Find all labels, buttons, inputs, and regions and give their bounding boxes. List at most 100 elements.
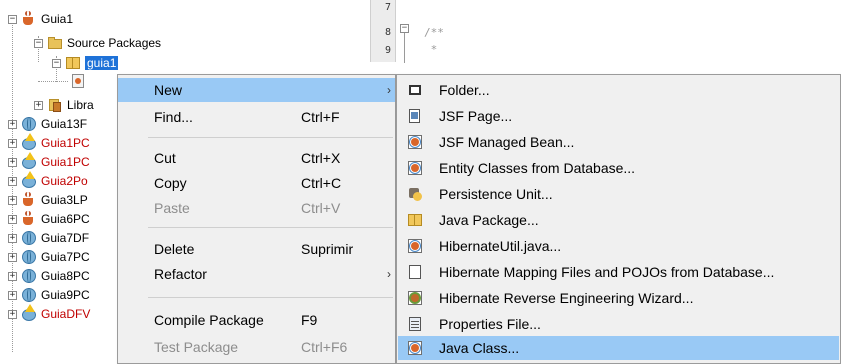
expand-toggle-icon[interactable]: +: [8, 271, 17, 281]
menu-separator: [148, 227, 393, 228]
tree-node-java-file[interactable]: [70, 72, 90, 90]
submenu-item-properties-file[interactable]: Properties File...: [398, 312, 839, 336]
expand-toggle-icon[interactable]: +: [8, 233, 17, 243]
menu-item-label: Entity Classes from Database...: [439, 160, 636, 176]
menu-item-shortcut: Ctrl+V: [301, 200, 341, 216]
submenu-item-jsf-page[interactable]: JSF Page...: [398, 104, 839, 128]
tree-node-label: Guia7DF: [41, 231, 90, 245]
collapse-toggle-icon[interactable]: −: [52, 58, 61, 68]
tree-node-project[interactable]: + Guia9PC: [8, 286, 90, 304]
submenu-item-hibernate-mapping[interactable]: Hibernate Mapping Files and POJOs from D…: [398, 260, 839, 284]
tree-node-project[interactable]: + Guia6PC: [8, 210, 90, 228]
submenu-item-jsf-managed-bean[interactable]: JSF Managed Bean...: [398, 130, 839, 154]
menu-item-paste[interactable]: Paste Ctrl+V: [118, 196, 395, 220]
hibernate-util-icon: [407, 238, 423, 254]
code-line: /**: [424, 26, 444, 39]
menu-item-shortcut: Ctrl+C: [301, 175, 342, 191]
menu-item-label: HibernateUtil.java...: [439, 238, 562, 254]
tree-node-project[interactable]: + Guia2Po: [8, 171, 88, 190]
tree-node-project[interactable]: + Guia8PC: [8, 267, 90, 285]
menu-item-label: Java Class...: [439, 340, 520, 356]
expand-toggle-icon[interactable]: +: [8, 214, 17, 224]
fold-guide-line: [404, 33, 405, 63]
new-submenu[interactable]: Folder... JSF Page... JSF Managed Bean..…: [396, 74, 841, 364]
warning-globe-icon: [21, 304, 37, 322]
tree-node-project[interactable]: + Guia7PC: [8, 248, 90, 266]
menu-item-find[interactable]: Find... Ctrl+F: [118, 105, 395, 129]
menu-item-delete[interactable]: Delete Suprimir: [118, 237, 395, 261]
editor-line-number-gutter: 7 8 9: [370, 0, 396, 62]
context-menu[interactable]: New › Find... Ctrl+F Cut Ctrl+X Copy Ctr…: [117, 74, 396, 364]
menu-item-label: Find...: [154, 109, 193, 125]
properties-file-icon: [407, 316, 423, 332]
code-editor[interactable]: − /** *: [396, 0, 841, 63]
menu-item-refactor[interactable]: Refactor ›: [118, 262, 395, 286]
line-number: 8: [384, 27, 391, 38]
globe-icon: [21, 287, 37, 303]
tree-node-label: Guia1: [41, 12, 74, 26]
tree-node-label: Libra: [67, 98, 94, 112]
tree-node-project[interactable]: + Guia1PC: [8, 133, 90, 152]
globe-icon: [21, 230, 37, 246]
java-class-icon: [407, 340, 423, 356]
submenu-item-java-class[interactable]: Java Class...: [398, 336, 839, 360]
globe-icon: [21, 249, 37, 265]
globe-icon: [21, 268, 37, 284]
tree-node-project[interactable]: + Guia13F: [8, 115, 87, 133]
coffee-cup-icon: [21, 11, 37, 27]
submenu-item-folder[interactable]: Folder...: [398, 78, 839, 102]
managed-bean-icon: [407, 134, 423, 150]
menu-separator: [148, 297, 393, 298]
expand-toggle-icon[interactable]: +: [8, 157, 17, 167]
expand-toggle-icon[interactable]: +: [8, 195, 17, 205]
entity-class-icon: [407, 160, 423, 176]
menu-item-copy[interactable]: Copy Ctrl+C: [118, 171, 395, 195]
expand-toggle-icon[interactable]: +: [8, 252, 17, 262]
tree-node-project[interactable]: + Guia3LP: [8, 191, 88, 209]
submenu-item-java-package[interactable]: Java Package...: [398, 208, 839, 232]
expand-toggle-icon[interactable]: +: [8, 290, 17, 300]
submenu-item-hibernate-util[interactable]: HibernateUtil.java...: [398, 234, 839, 258]
tree-node-project[interactable]: + GuiaDFV: [8, 304, 90, 323]
tree-node-label: Guia2Po: [41, 174, 88, 188]
tree-node-label: Guia6PC: [41, 212, 90, 226]
menu-item-label: Test Package: [154, 339, 239, 355]
expand-toggle-icon[interactable]: +: [34, 100, 43, 110]
globe-icon: [21, 116, 37, 132]
line-number: 7: [384, 2, 391, 13]
collapse-toggle-icon[interactable]: −: [8, 14, 17, 24]
tree-node-label: Guia9PC: [41, 288, 90, 302]
persistence-unit-icon: [407, 186, 423, 202]
tree-node-project[interactable]: + Guia7DF: [8, 229, 89, 247]
tree-node-project-root[interactable]: − Guia1: [8, 10, 73, 28]
menu-item-compile-package[interactable]: Compile Package F9: [118, 308, 395, 332]
tree-node-label: Guia1PC: [41, 155, 90, 169]
menu-item-label: Hibernate Reverse Engineering Wizard...: [439, 290, 694, 306]
expand-toggle-icon[interactable]: +: [8, 119, 17, 129]
submenu-item-entity-classes[interactable]: Entity Classes from Database...: [398, 156, 839, 180]
menu-item-label: Folder...: [439, 82, 490, 98]
tree-node-package-guia1[interactable]: − guia1: [52, 54, 119, 72]
expand-toggle-icon[interactable]: +: [8, 309, 17, 319]
tree-node-source-packages[interactable]: − Source Packages: [34, 34, 161, 52]
menu-item-shortcut: Suprimir: [301, 241, 354, 257]
menu-item-label: Refactor: [154, 266, 207, 282]
submenu-item-persistence-unit[interactable]: Persistence Unit...: [398, 182, 839, 206]
java-package-icon: [65, 55, 81, 71]
tree-node-project[interactable]: + Guia1PC: [8, 152, 90, 171]
fold-collapse-icon[interactable]: −: [400, 24, 409, 33]
collapse-toggle-icon[interactable]: −: [34, 38, 43, 48]
expand-toggle-icon[interactable]: +: [8, 176, 17, 186]
expand-toggle-icon[interactable]: +: [8, 138, 17, 148]
menu-item-new[interactable]: New ›: [118, 78, 395, 102]
tree-node-label: Guia13F: [41, 117, 88, 131]
menu-item-cut[interactable]: Cut Ctrl+X: [118, 146, 395, 170]
tree-node-libraries[interactable]: + Libra: [34, 96, 94, 114]
submenu-item-hibernate-reverse-wizard[interactable]: Hibernate Reverse Engineering Wizard...: [398, 286, 839, 310]
jsf-page-icon: [407, 108, 423, 124]
document-icon: [407, 264, 423, 280]
menu-item-test-package[interactable]: Test Package Ctrl+F6: [118, 335, 395, 359]
line-number: 9: [384, 45, 391, 56]
menu-item-label: Cut: [154, 150, 176, 166]
menu-item-label: Paste: [154, 200, 190, 216]
